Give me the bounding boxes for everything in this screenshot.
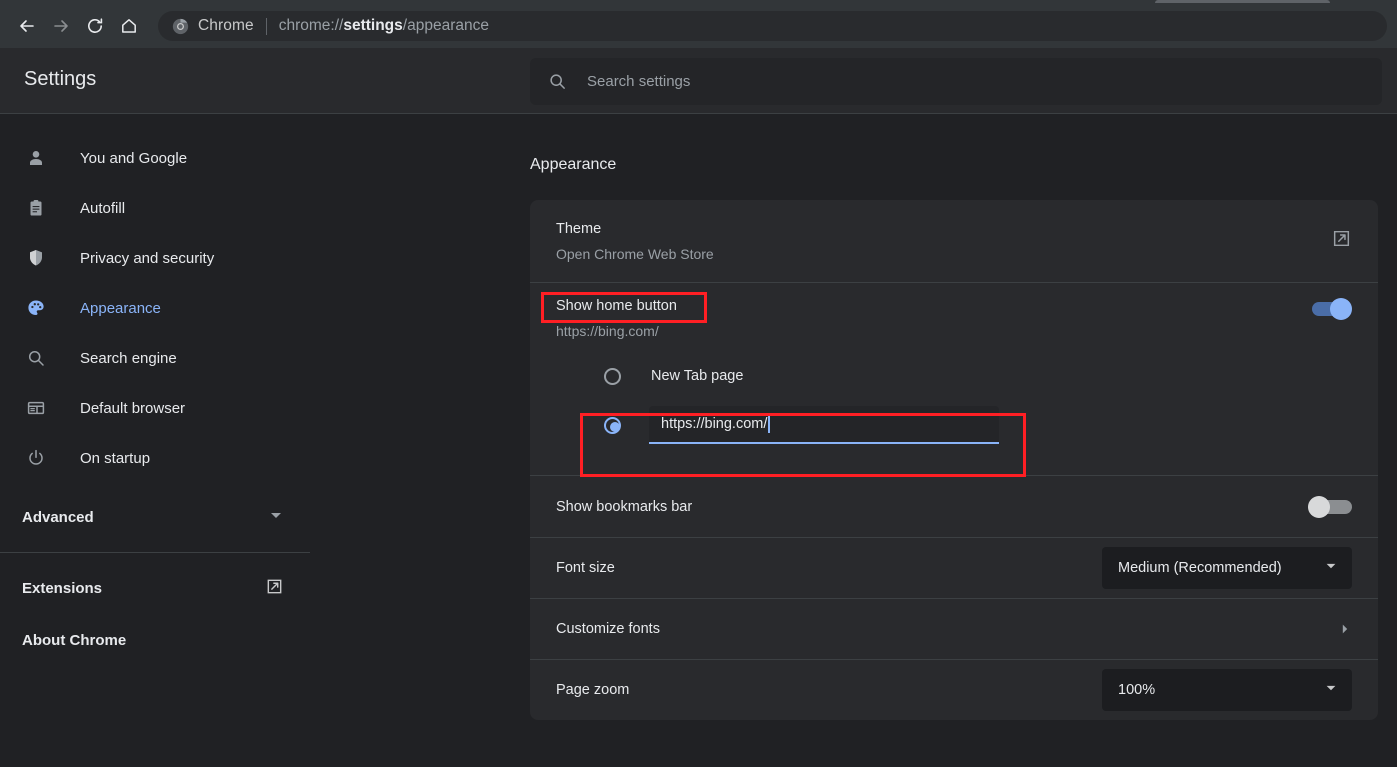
search-icon [548,72,567,91]
radio-new-tab-page[interactable] [604,368,621,385]
font-size-label: Font size [556,560,1102,576]
forward-button[interactable] [44,9,78,43]
browser-window-icon [26,398,52,418]
chevron-down-icon [1324,681,1338,700]
settings-main: Appearance Theme Open Chrome Web Store S… [310,115,1397,767]
home-page-options: New Tab page https://bing.com/ [530,339,1378,475]
font-size-value: Medium (Recommended) [1118,560,1282,576]
sidebar-item-label: You and Google [80,150,187,167]
sidebar-item-about-chrome[interactable]: About Chrome [0,614,310,666]
sidebar-item-extensions[interactable]: Extensions [0,562,310,614]
appearance-settings-card: Theme Open Chrome Web Store Show home bu… [530,200,1378,720]
back-button[interactable] [10,9,44,43]
browser-toolbar: Chrome chrome://settings/appearance [0,4,1397,48]
page-title: Settings [24,68,96,91]
external-link-icon [265,577,284,600]
reload-icon [85,16,105,36]
chevron-right-icon [1338,622,1352,636]
sidebar-item-label: Search engine [80,350,177,367]
row-page-zoom[interactable]: Page zoom 100% [530,659,1378,720]
radio-option-new-tab-page[interactable]: New Tab page [530,355,1378,397]
chrome-logo-icon [172,18,189,35]
person-icon [26,148,52,168]
sidebar-item-label: Default browser [80,400,185,417]
settings-header: Settings [0,48,1397,114]
sidebar-item-default-browser[interactable]: Default browser [0,383,310,433]
font-size-dropdown[interactable]: Medium (Recommended) [1102,547,1352,589]
sidebar-item-label: Appearance [80,300,161,317]
sidebar-item-appearance[interactable]: Appearance [0,283,310,333]
theme-label: Theme [556,221,1331,237]
sidebar-item-privacy-and-security[interactable]: Privacy and security [0,233,310,283]
text-cursor [768,416,770,433]
palette-icon [26,298,52,318]
show-home-button-toggle[interactable] [1308,298,1352,320]
reload-button[interactable] [78,9,112,43]
address-bar[interactable]: Chrome chrome://settings/appearance [158,11,1387,41]
show-home-button-sublabel: https://bing.com/ [556,323,1308,339]
forward-arrow-icon [51,16,71,36]
sidebar-divider [0,552,310,553]
show-bookmarks-bar-toggle[interactable] [1308,496,1352,518]
sidebar-item-label: Privacy and security [80,250,214,267]
home-button[interactable] [112,9,146,43]
search-settings-bar[interactable] [530,58,1382,105]
url-prefix: chrome:// [279,17,344,34]
radio-new-tab-page-label: New Tab page [651,368,743,384]
toggle-knob [1308,496,1330,518]
power-icon [26,448,52,468]
url-suffix: /appearance [403,17,489,34]
external-link-icon[interactable] [1331,228,1352,254]
sidebar-about-label: About Chrome [22,632,126,649]
row-customize-fonts[interactable]: Customize fonts [530,598,1378,659]
settings-sidebar: You and Google Autofill Privacy and secu… [0,115,310,767]
customize-fonts-label: Customize fonts [556,621,1338,637]
row-show-bookmarks-bar[interactable]: Show bookmarks bar [530,475,1378,537]
sidebar-extensions-label: Extensions [22,580,102,597]
omnibox-url: chrome://settings/appearance [279,17,489,35]
search-icon [26,348,52,368]
sidebar-item-on-startup[interactable]: On startup [0,433,310,483]
chevron-down-icon [268,507,284,527]
sidebar-item-label: Autofill [80,200,125,217]
sidebar-item-search-engine[interactable]: Search engine [0,333,310,383]
sidebar-item-you-and-google[interactable]: You and Google [0,133,310,183]
search-input[interactable] [587,73,1287,90]
radio-option-custom-url[interactable]: https://bing.com/ [530,397,1378,453]
home-url-value: https://bing.com/ [661,416,767,432]
row-show-home-button: Show home button https://bing.com/ [530,282,1378,339]
home-icon [119,16,139,36]
home-url-input[interactable]: https://bing.com/ [649,406,999,444]
section-title-appearance: Appearance [530,156,616,174]
sidebar-advanced-label: Advanced [22,509,94,526]
omnibox-app-label: Chrome [198,17,254,35]
clipboard-icon [26,198,52,218]
radio-custom-url[interactable] [604,417,621,434]
toggle-knob [1330,298,1352,320]
page-zoom-label: Page zoom [556,682,1102,698]
sidebar-item-advanced[interactable]: Advanced [0,491,310,543]
url-highlight: settings [343,17,402,34]
row-font-size[interactable]: Font size Medium (Recommended) [530,537,1378,598]
row-theme[interactable]: Theme Open Chrome Web Store [530,200,1378,282]
shield-icon [26,248,52,268]
back-arrow-icon [17,16,37,36]
show-home-button-label: Show home button [556,298,1308,314]
show-bookmarks-bar-label: Show bookmarks bar [556,499,1308,515]
omnibox-separator [266,18,267,35]
page-zoom-dropdown[interactable]: 100% [1102,669,1352,711]
sidebar-item-label: On startup [80,450,150,467]
page-zoom-value: 100% [1118,682,1155,698]
chevron-down-icon [1324,559,1338,578]
browser-tab[interactable] [1155,0,1330,3]
sidebar-item-autofill[interactable]: Autofill [0,183,310,233]
theme-sublabel: Open Chrome Web Store [556,246,1331,262]
